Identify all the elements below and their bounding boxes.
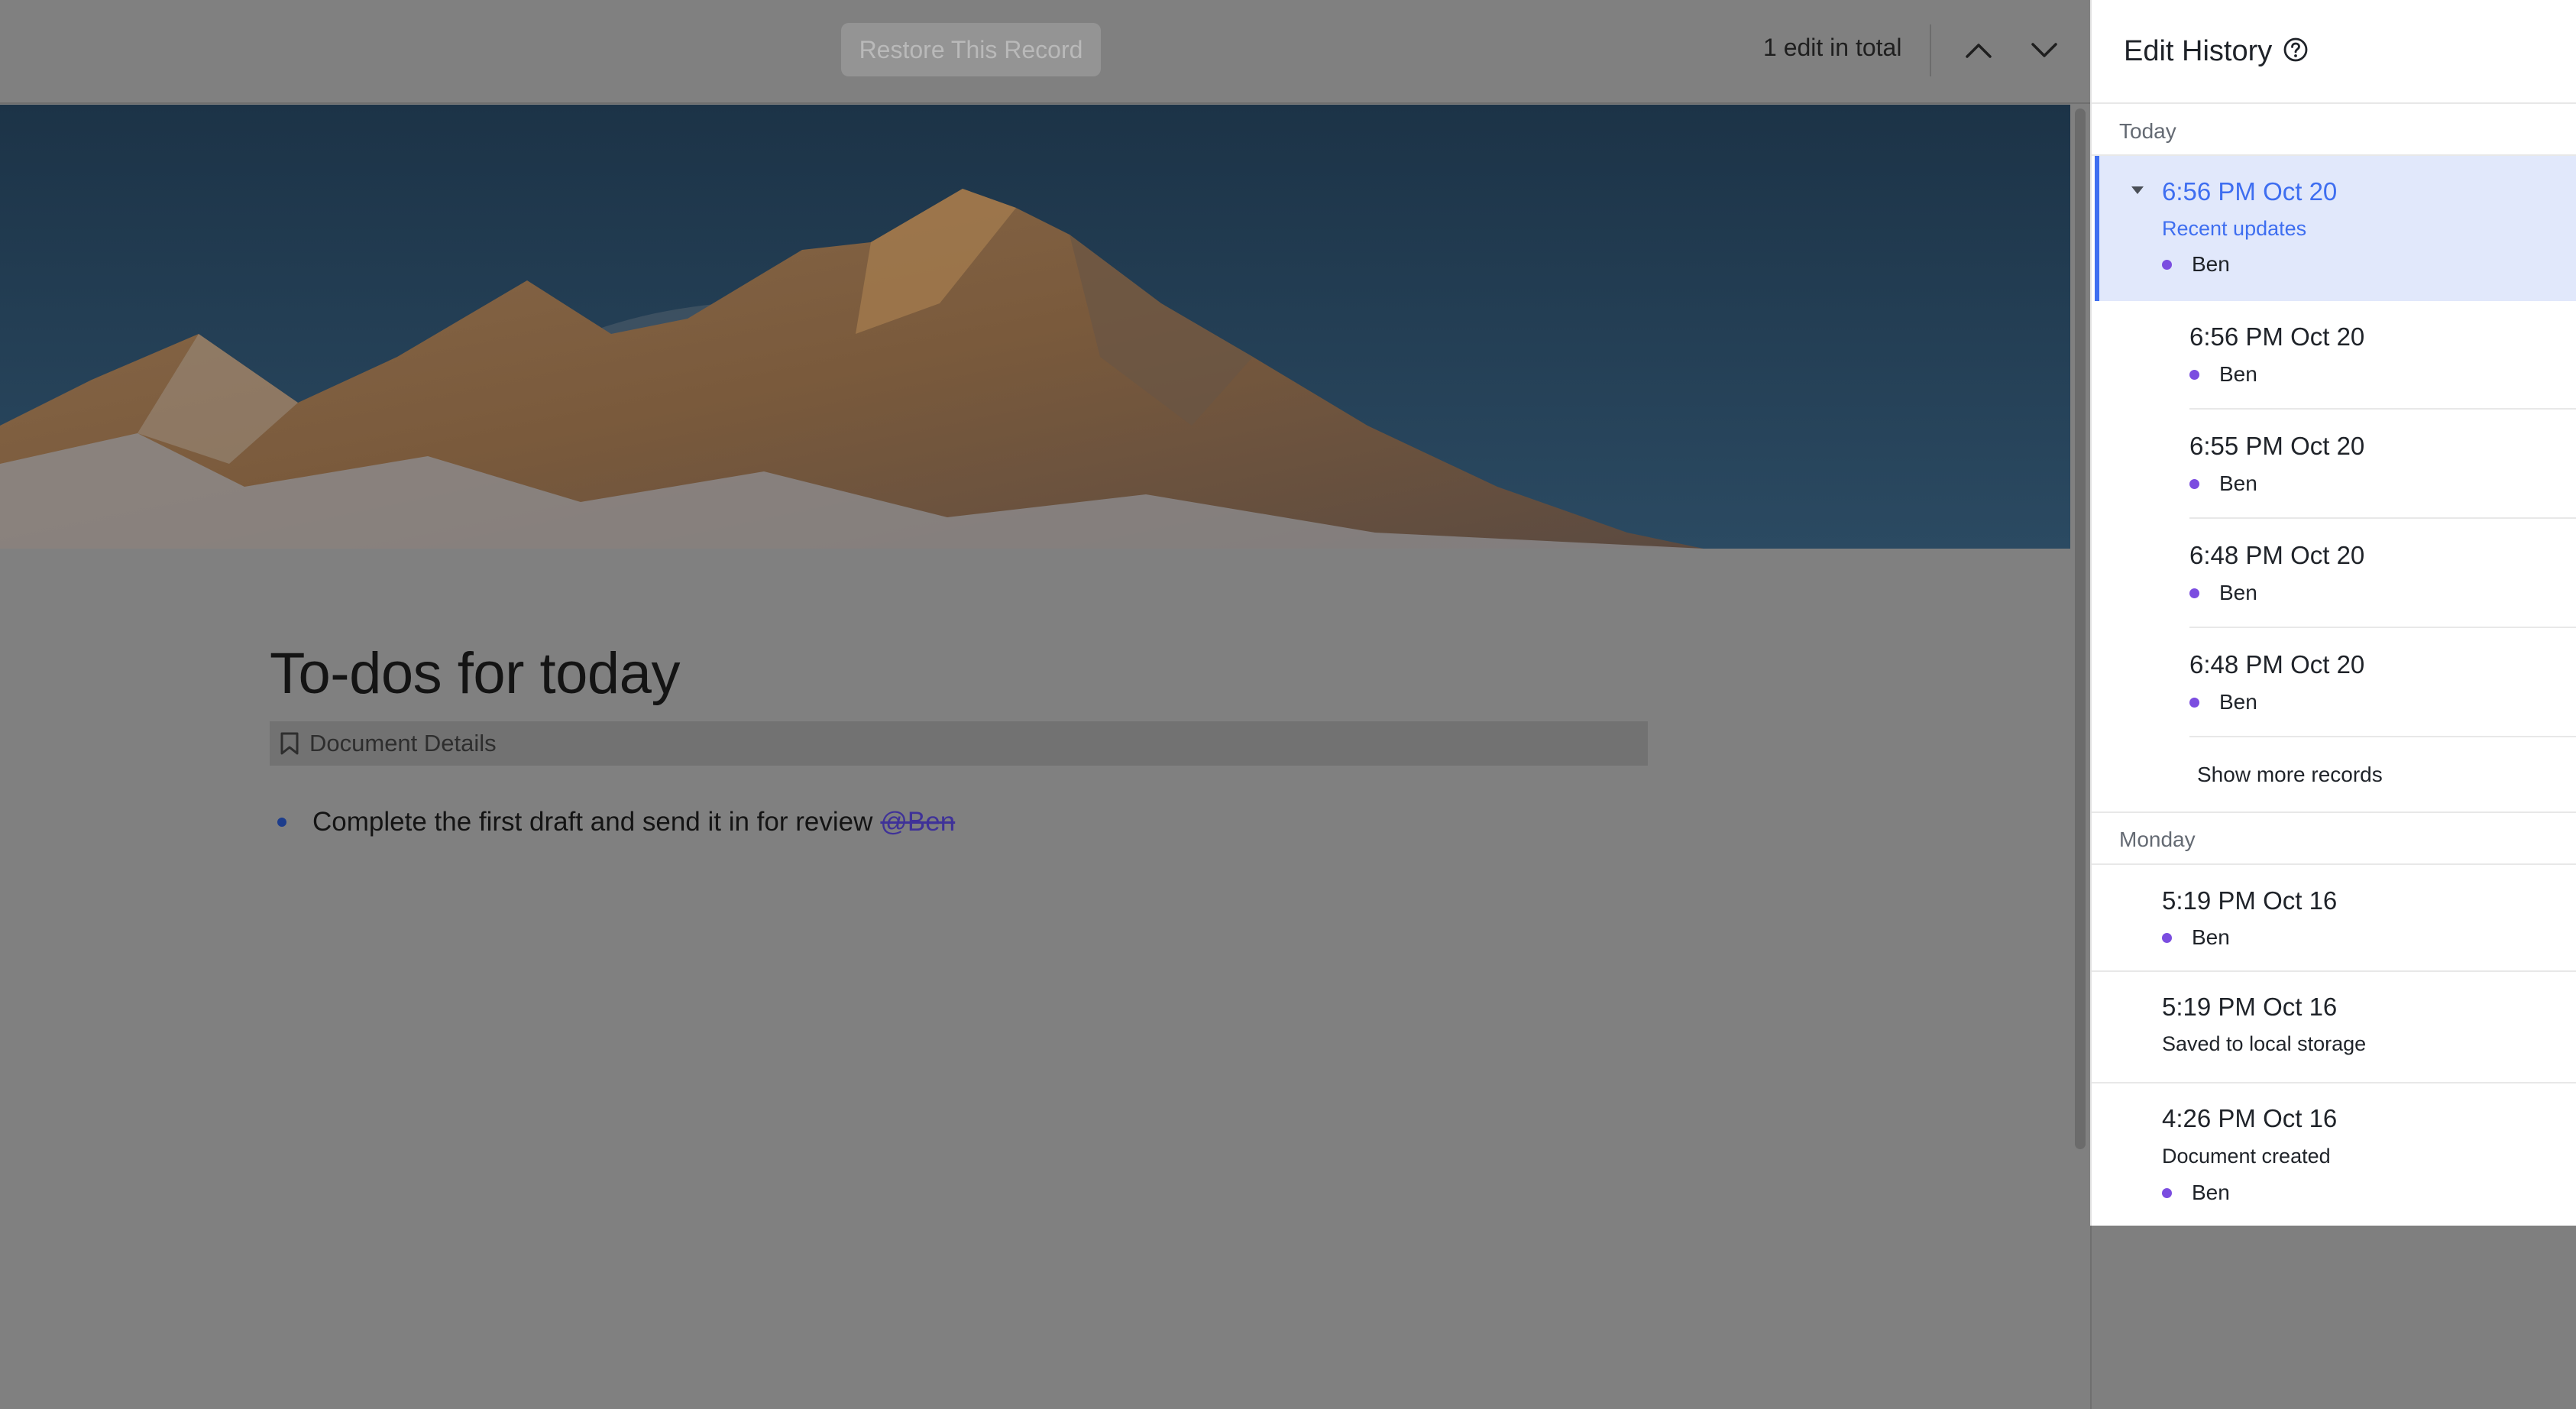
divider xyxy=(2189,736,2576,737)
bookmark-icon xyxy=(280,732,299,755)
cover-image xyxy=(0,105,2070,549)
history-record-time: 5:19 PM Oct 16 xyxy=(2162,886,2338,915)
document-details-bar[interactable]: Document Details xyxy=(270,721,1648,766)
history-author: Ben xyxy=(2162,252,2230,277)
document-title: To-dos for today xyxy=(270,641,680,706)
history-group-subtitle: Recent updates xyxy=(2162,217,2307,240)
bullet-icon xyxy=(277,818,286,827)
caret-down-icon[interactable] xyxy=(2130,185,2145,196)
previous-record-button[interactable] xyxy=(1957,29,2000,72)
top-toolbar: Restore This Record 1 edit in total xyxy=(0,0,2090,104)
author-dot-icon xyxy=(2189,588,2199,598)
panel-footer-area xyxy=(2090,1226,2576,1409)
history-author: Ben xyxy=(2189,581,2257,605)
document-scrollbar[interactable] xyxy=(2075,109,2086,1149)
history-group-time: 6:56 PM Oct 20 xyxy=(2162,177,2338,206)
history-author: Ben xyxy=(2162,1181,2230,1205)
todo-text: Complete the first draft and send it in … xyxy=(312,807,873,837)
author-dot-icon xyxy=(2162,259,2172,270)
panel-title: Edit History xyxy=(2124,35,2273,67)
author-dot-icon xyxy=(2162,1187,2172,1198)
section-label-today: Today xyxy=(2119,119,2176,143)
history-record-time: 4:26 PM Oct 16 xyxy=(2162,1104,2338,1132)
document-details-label: Document Details xyxy=(309,730,497,756)
history-author: Ben xyxy=(2189,362,2257,387)
edit-history-panel: Edit History Today 6:56 PM Oct 20 Recent… xyxy=(2090,0,2576,1226)
author-dot-icon xyxy=(2189,369,2199,380)
author-dot-icon xyxy=(2162,932,2172,943)
panel-header: Edit History xyxy=(2092,0,2576,104)
mention-link[interactable]: @Ben xyxy=(880,807,955,837)
divider xyxy=(2189,517,2576,519)
history-author: Ben xyxy=(2189,690,2257,714)
chevron-up-icon xyxy=(1966,44,1992,58)
question-circle-icon[interactable] xyxy=(2283,37,2309,63)
restore-record-button[interactable]: Restore This Record xyxy=(841,23,1101,76)
edit-count-label: 1 edit in total xyxy=(1763,34,1902,61)
history-record-time: 5:19 PM Oct 16 xyxy=(2162,993,2338,1021)
toolbar-divider xyxy=(1930,24,1931,76)
history-record-time: 6:48 PM Oct 20 xyxy=(2189,650,2365,679)
next-record-button[interactable] xyxy=(2023,29,2066,72)
history-author: Ben xyxy=(2189,471,2257,496)
divider xyxy=(2092,1082,2576,1083)
history-record-subtitle: Document created xyxy=(2162,1145,2331,1168)
history-record-time: 6:48 PM Oct 20 xyxy=(2189,541,2365,569)
author-dot-icon xyxy=(2189,697,2199,708)
chevron-down-icon xyxy=(2031,43,2057,57)
history-record-time: 6:56 PM Oct 20 xyxy=(2189,322,2365,351)
show-more-records-link[interactable]: Show more records xyxy=(2197,763,2383,787)
divider xyxy=(2189,627,2576,628)
divider xyxy=(2092,863,2576,865)
divider xyxy=(2092,811,2576,813)
history-record-subtitle: Saved to local storage xyxy=(2162,1032,2367,1055)
author-dot-icon xyxy=(2189,478,2199,489)
section-label-monday: Monday xyxy=(2119,828,2196,851)
divider xyxy=(2092,970,2576,972)
history-author: Ben xyxy=(2162,925,2230,950)
history-record-time: 6:55 PM Oct 20 xyxy=(2189,432,2365,460)
divider xyxy=(2189,408,2576,410)
todo-list-item[interactable]: Complete the first draft and send it in … xyxy=(270,807,955,837)
